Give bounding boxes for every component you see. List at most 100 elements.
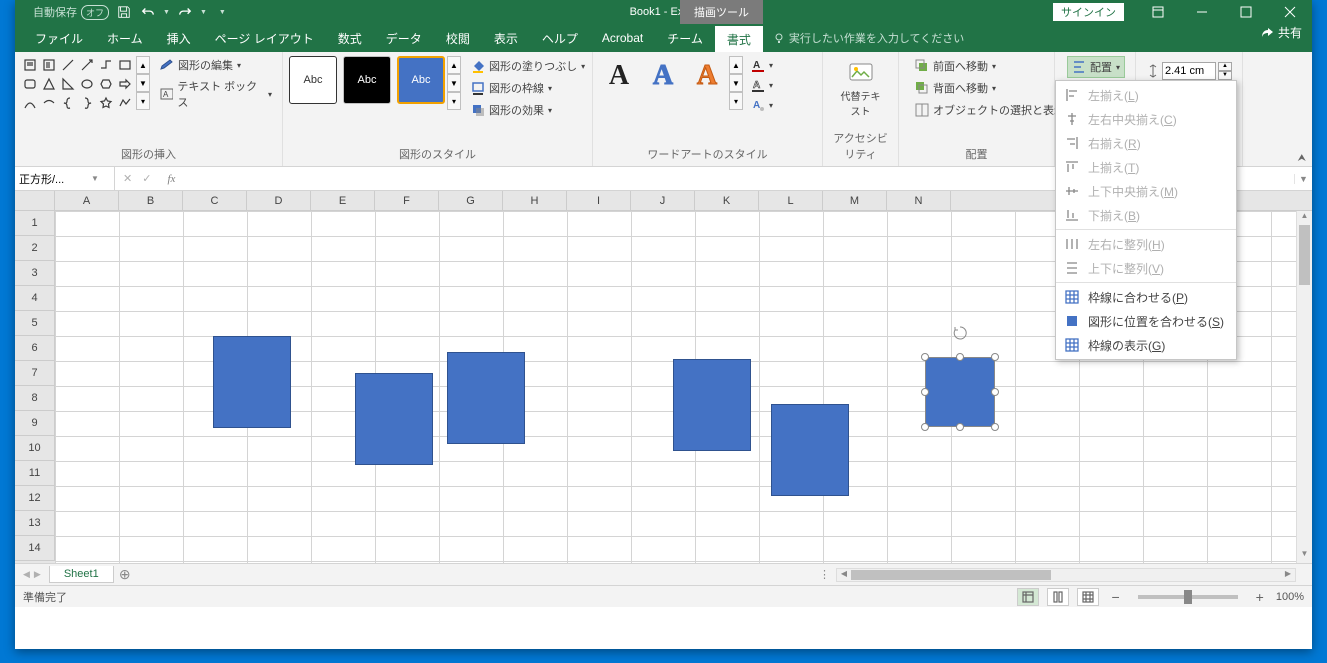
- text-outline-button[interactable]: A▾: [747, 76, 777, 94]
- menu-view-gridlines[interactable]: 枠線の表示(G): [1056, 333, 1236, 357]
- close-icon[interactable]: [1268, 0, 1312, 24]
- column-header[interactable]: M: [823, 191, 887, 210]
- shape-style-gallery[interactable]: Abc Abc Abc: [289, 56, 445, 104]
- tab-home[interactable]: ホーム: [95, 24, 155, 52]
- shapes-gallery[interactable]: [21, 56, 134, 112]
- height-spin-up-icon[interactable]: ▲: [1218, 62, 1232, 71]
- name-box-dropdown-icon[interactable]: ▼: [91, 174, 99, 183]
- edit-shape-button[interactable]: 図形の編集 ▾: [156, 56, 276, 74]
- menu-snap-to-grid[interactable]: 枠線に合わせる(P): [1056, 285, 1236, 309]
- wordart-3[interactable]: A: [687, 56, 727, 96]
- menu-align-right[interactable]: 右揃え(R): [1056, 131, 1236, 155]
- tab-help[interactable]: ヘルプ: [530, 24, 590, 52]
- row-header[interactable]: 13: [15, 511, 55, 536]
- bring-forward-button[interactable]: 前面へ移動 ▾: [911, 56, 1069, 76]
- column-header[interactable]: L: [759, 191, 823, 210]
- vscroll-up-icon[interactable]: ▲: [1297, 211, 1312, 225]
- undo-dropdown-icon[interactable]: ▼: [163, 9, 170, 16]
- zoom-slider-thumb[interactable]: [1184, 590, 1192, 604]
- vertical-scrollbar[interactable]: ▲ ▼: [1296, 211, 1312, 563]
- shape-elbow-icon[interactable]: [97, 56, 115, 74]
- shape-rtriangle-icon[interactable]: [59, 75, 77, 93]
- sheet-tab-1[interactable]: Sheet1: [49, 566, 114, 583]
- cancel-formula-icon[interactable]: ✕: [123, 172, 132, 185]
- name-box-input[interactable]: [19, 173, 91, 185]
- column-header[interactable]: C: [183, 191, 247, 210]
- style-gallery-down-icon[interactable]: ▼: [447, 74, 461, 92]
- select-all-corner[interactable]: [15, 191, 55, 211]
- tab-page-layout[interactable]: ページ レイアウト: [203, 24, 326, 52]
- minimize-icon[interactable]: [1180, 0, 1224, 24]
- shape-curve2-icon[interactable]: [40, 94, 58, 112]
- shape-fill-button[interactable]: 図形の塗りつぶし ▾: [467, 56, 589, 76]
- row-header[interactable]: 2: [15, 236, 55, 261]
- wa-gallery-up-icon[interactable]: ▲: [729, 56, 743, 74]
- contextual-tab-drawing-tools[interactable]: 描画ツール: [680, 0, 763, 24]
- shape-textbox-v-icon[interactable]: [40, 56, 58, 74]
- hscroll-left-icon[interactable]: ◀: [837, 569, 851, 581]
- shape-star-icon[interactable]: [97, 94, 115, 112]
- style-gallery-up-icon[interactable]: ▲: [447, 56, 461, 74]
- zoom-level[interactable]: 100%: [1276, 591, 1304, 603]
- resize-handle[interactable]: [991, 388, 999, 396]
- tab-team[interactable]: チーム: [655, 24, 715, 52]
- resize-handle[interactable]: [921, 353, 929, 361]
- row-header[interactable]: 5: [15, 311, 55, 336]
- gallery-up-icon[interactable]: ▲: [136, 56, 150, 74]
- tab-format[interactable]: 書式: [715, 26, 763, 52]
- style-preset-2[interactable]: Abc: [343, 56, 391, 104]
- tab-formulas[interactable]: 数式: [326, 24, 374, 52]
- vscroll-thumb[interactable]: [1299, 225, 1310, 285]
- row-header[interactable]: 11: [15, 461, 55, 486]
- shape-rectangle[interactable]: [771, 404, 849, 496]
- shape-effects-button[interactable]: 図形の効果 ▾: [467, 100, 589, 120]
- selected-shape[interactable]: [925, 357, 995, 427]
- save-icon[interactable]: [115, 3, 133, 21]
- zoom-in-button[interactable]: +: [1252, 589, 1268, 605]
- style-preset-3[interactable]: Abc: [397, 56, 445, 104]
- style-gallery-scroll[interactable]: ▲ ▼ ▾: [447, 56, 461, 110]
- tell-me-search[interactable]: 実行したい作業を入力してください: [763, 24, 974, 52]
- signin-button[interactable]: サインイン: [1053, 3, 1124, 21]
- redo-dropdown-icon[interactable]: ▼: [200, 9, 207, 16]
- text-box-button[interactable]: A テキスト ボックス ▾: [156, 77, 276, 111]
- row-header[interactable]: 9: [15, 411, 55, 436]
- column-header[interactable]: I: [567, 191, 631, 210]
- resize-handle[interactable]: [921, 423, 929, 431]
- tab-data[interactable]: データ: [374, 24, 434, 52]
- row-header[interactable]: 1: [15, 211, 55, 236]
- row-header[interactable]: 12: [15, 486, 55, 511]
- tab-acrobat[interactable]: Acrobat: [590, 24, 655, 52]
- column-header[interactable]: A: [55, 191, 119, 210]
- shapes-gallery-scroll[interactable]: ▲ ▼ ▾: [136, 56, 150, 110]
- height-spin-down-icon[interactable]: ▼: [1218, 71, 1232, 80]
- shape-line-icon[interactable]: [59, 56, 77, 74]
- shape-rect-icon[interactable]: [116, 56, 134, 74]
- resize-handle[interactable]: [956, 353, 964, 361]
- zoom-slider[interactable]: [1138, 595, 1238, 599]
- text-effects-button[interactable]: A▾: [747, 96, 777, 114]
- row-header[interactable]: 14: [15, 536, 55, 561]
- qat-customize-icon[interactable]: ▼: [219, 9, 226, 16]
- shape-oval-icon[interactable]: [78, 75, 96, 93]
- shape-lbrace-icon[interactable]: [59, 94, 77, 112]
- column-header[interactable]: B: [119, 191, 183, 210]
- tab-file[interactable]: ファイル: [23, 24, 95, 52]
- shape-roundrect-icon[interactable]: [21, 75, 39, 93]
- height-spinner[interactable]: ▲▼: [1218, 62, 1232, 80]
- autosave-toggle[interactable]: 自動保存 オフ: [33, 4, 109, 20]
- column-header[interactable]: E: [311, 191, 375, 210]
- menu-align-bottom[interactable]: 下揃え(B): [1056, 203, 1236, 227]
- shape-rbrace-icon[interactable]: [78, 94, 96, 112]
- collapse-ribbon-icon[interactable]: ⮝: [1298, 153, 1307, 164]
- add-sheet-button[interactable]: ⊕: [114, 566, 136, 583]
- send-backward-button[interactable]: 背面へ移動 ▾: [911, 78, 1069, 98]
- tab-view[interactable]: 表示: [482, 24, 530, 52]
- menu-distribute-v[interactable]: 上下に整列(V): [1056, 256, 1236, 280]
- shape-height-control[interactable]: ▲▼: [1146, 62, 1232, 80]
- wa-gallery-more-icon[interactable]: ▾: [729, 92, 743, 110]
- wordart-2[interactable]: A: [643, 56, 683, 96]
- shape-hexagon-icon[interactable]: [97, 75, 115, 93]
- shape-arrow-line-icon[interactable]: [78, 56, 96, 74]
- hscroll-split-icon[interactable]: ⋮: [819, 568, 830, 581]
